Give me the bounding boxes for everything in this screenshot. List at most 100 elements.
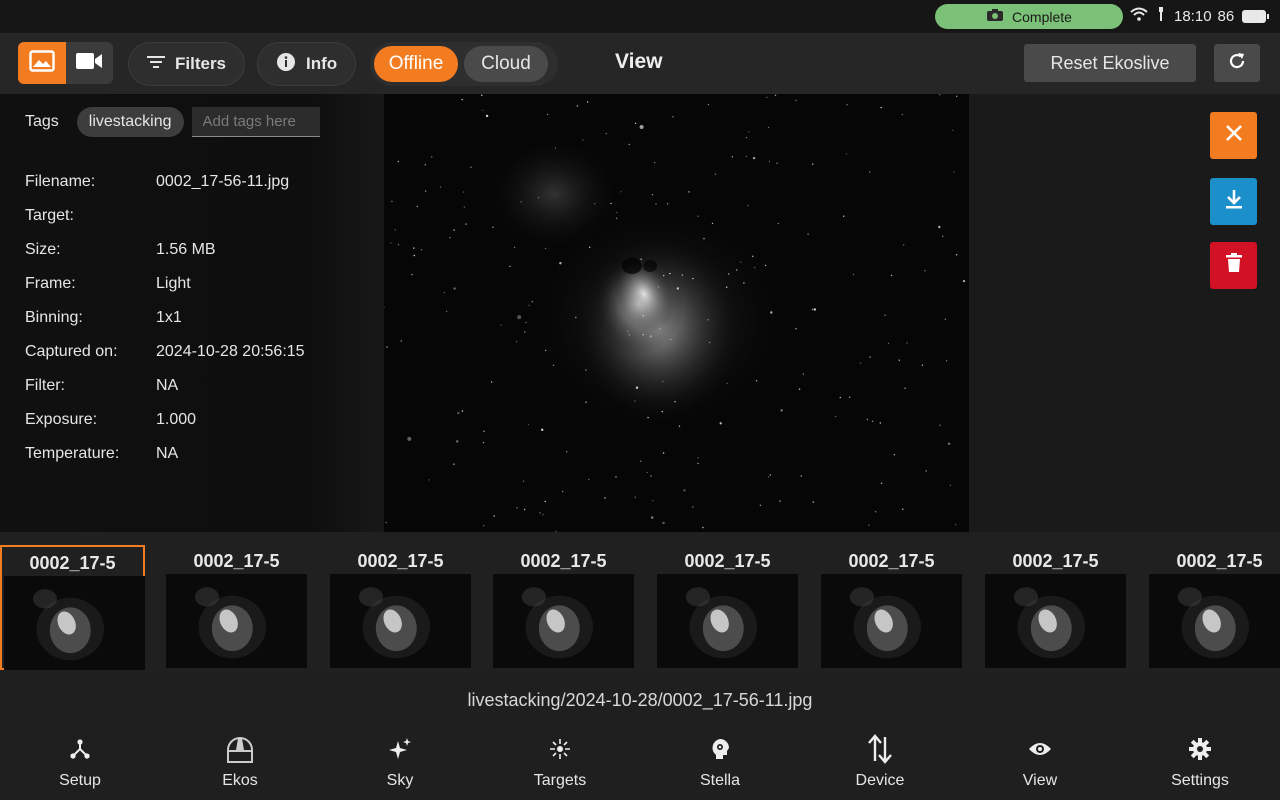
thumbnail[interactable]: 0002_17-5 bbox=[0, 545, 145, 670]
star bbox=[428, 479, 430, 481]
thumbnail[interactable]: 0002_17-5 bbox=[983, 545, 1128, 670]
download-button[interactable] bbox=[1210, 178, 1257, 225]
star bbox=[482, 441, 485, 444]
thumbnail[interactable]: 0002_17-5 bbox=[328, 545, 473, 670]
star bbox=[544, 247, 547, 250]
star bbox=[731, 156, 734, 158]
star bbox=[681, 274, 683, 276]
image-mode-button[interactable] bbox=[18, 42, 66, 84]
tag-chip[interactable]: livestacking bbox=[76, 107, 184, 137]
star bbox=[582, 139, 584, 141]
nav-targets[interactable]: Targets bbox=[480, 728, 640, 800]
nav-stella[interactable]: Stella bbox=[640, 728, 800, 800]
star bbox=[525, 321, 527, 324]
star bbox=[646, 471, 648, 474]
nav-label: Ekos bbox=[222, 772, 258, 789]
star bbox=[589, 246, 591, 248]
star bbox=[663, 274, 665, 277]
close-button[interactable] bbox=[1210, 112, 1257, 159]
star bbox=[481, 94, 483, 96]
filters-button[interactable]: Filters bbox=[128, 42, 246, 86]
star bbox=[728, 273, 730, 275]
nav-device[interactable]: Device bbox=[800, 728, 960, 800]
thumbnail[interactable]: 0002_17-5 bbox=[1147, 545, 1280, 670]
star bbox=[740, 261, 742, 263]
star bbox=[938, 225, 941, 229]
star bbox=[604, 497, 606, 499]
nav-view[interactable]: View bbox=[960, 728, 1120, 800]
star bbox=[513, 246, 516, 249]
star bbox=[524, 508, 526, 511]
star bbox=[420, 249, 423, 251]
star bbox=[962, 279, 966, 283]
star bbox=[777, 222, 779, 225]
star bbox=[683, 489, 686, 492]
eye-icon bbox=[1028, 732, 1052, 766]
reset-ekoslive-button[interactable]: Reset Ekoslive bbox=[1024, 44, 1196, 82]
star bbox=[575, 316, 577, 319]
star bbox=[692, 277, 694, 280]
star bbox=[554, 147, 557, 149]
observatory-icon bbox=[225, 732, 255, 766]
thumbnail[interactable]: 0002_17-5 bbox=[491, 545, 636, 670]
video-icon bbox=[75, 51, 103, 76]
nav-sky[interactable]: Sky bbox=[320, 728, 480, 800]
star bbox=[674, 401, 676, 403]
star bbox=[925, 470, 927, 472]
star bbox=[811, 308, 814, 311]
filters-label: Filters bbox=[175, 54, 227, 73]
star bbox=[802, 373, 805, 375]
thumbnail[interactable]: 0002_17-5 bbox=[164, 545, 309, 670]
star bbox=[566, 451, 568, 453]
star bbox=[517, 315, 522, 320]
star bbox=[662, 380, 664, 383]
star bbox=[397, 160, 399, 163]
capture-status-text: Complete bbox=[1012, 8, 1072, 25]
astro-image-viewer[interactable] bbox=[384, 94, 969, 532]
star bbox=[515, 341, 518, 343]
star bbox=[768, 476, 770, 478]
usb-icon bbox=[1156, 6, 1166, 26]
star bbox=[385, 521, 387, 524]
nav-settings[interactable]: Settings bbox=[1120, 728, 1280, 800]
star bbox=[634, 400, 636, 402]
star bbox=[813, 308, 816, 311]
star bbox=[880, 482, 883, 484]
star bbox=[390, 242, 392, 244]
nav-ekos[interactable]: Ekos bbox=[160, 728, 320, 800]
cloud-option[interactable]: Cloud bbox=[464, 46, 548, 82]
capture-status-pill[interactable]: Complete bbox=[935, 4, 1123, 29]
refresh-button[interactable] bbox=[1214, 44, 1260, 82]
info-button[interactable]: Info bbox=[257, 42, 357, 86]
star bbox=[736, 269, 738, 271]
star bbox=[887, 342, 890, 345]
star bbox=[702, 526, 704, 529]
video-mode-button[interactable] bbox=[66, 42, 114, 84]
star bbox=[748, 131, 750, 133]
delete-button[interactable] bbox=[1210, 242, 1257, 289]
star bbox=[615, 476, 617, 478]
thumbnail[interactable]: 0002_17-5 bbox=[819, 545, 964, 670]
star bbox=[898, 359, 900, 361]
add-tag-input[interactable] bbox=[191, 107, 320, 137]
thumbnail-label: 0002_17-5 bbox=[520, 551, 607, 571]
metadata-key: Size: bbox=[25, 241, 61, 258]
thumbnail[interactable]: 0002_17-5 bbox=[655, 545, 800, 670]
star bbox=[776, 162, 778, 164]
star bbox=[482, 109, 484, 112]
star bbox=[411, 273, 413, 276]
star bbox=[745, 136, 748, 139]
star bbox=[651, 516, 654, 519]
transfer-arrows-icon bbox=[867, 732, 893, 766]
metadata-key: Temperature: bbox=[25, 445, 120, 462]
star bbox=[546, 113, 549, 116]
star bbox=[697, 457, 699, 459]
nav-setup[interactable]: Setup bbox=[0, 728, 160, 800]
metadata-value: 1.56 MB bbox=[156, 241, 216, 258]
star bbox=[752, 255, 754, 257]
star bbox=[635, 386, 639, 389]
star bbox=[921, 364, 924, 366]
star bbox=[605, 132, 608, 135]
metadata-value: 0002_17-56-11.jpg bbox=[156, 173, 290, 190]
offline-option[interactable]: Offline bbox=[374, 46, 458, 82]
